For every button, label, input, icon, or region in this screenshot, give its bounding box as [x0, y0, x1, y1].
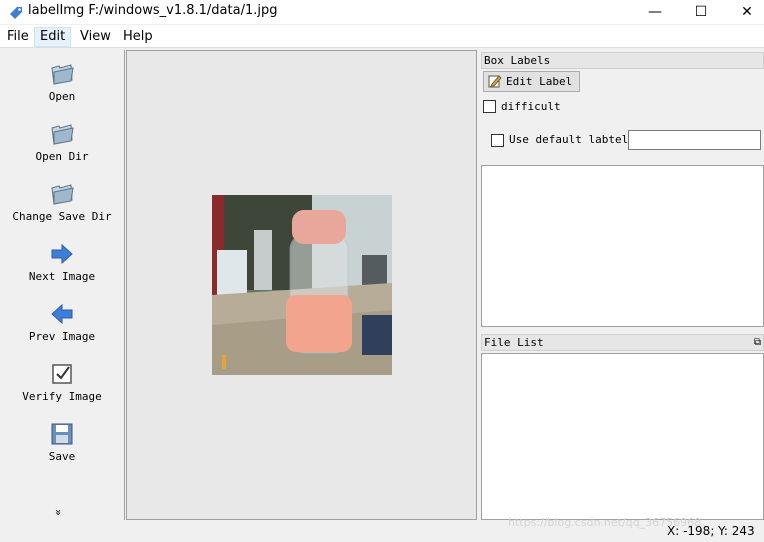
arrow-left-icon [0, 302, 124, 326]
edit-label-button[interactable]: Edit Label [483, 71, 580, 92]
next-image-label: Next Image [28, 270, 96, 283]
open-button[interactable]: Open [0, 62, 124, 103]
box-labels-title: Box Labels [481, 52, 764, 69]
use-default-label-text: Use default labtel [509, 133, 629, 146]
verify-image-button[interactable]: Verify Image [0, 362, 124, 403]
box-labels-panel: Box Labels [481, 52, 764, 69]
folder-icon [0, 122, 124, 146]
change-save-dir-button[interactable]: Change Save Dir [0, 182, 124, 223]
maximize-button[interactable]: ☐ [678, 0, 724, 24]
open-label: Open [48, 90, 76, 103]
prev-image-button[interactable]: Prev Image [0, 302, 124, 343]
file-list[interactable] [481, 353, 764, 520]
window-title: labelImg F:/windows_v1.8.1/data/1.jpg [28, 3, 278, 18]
image-preview [212, 195, 392, 375]
close-button[interactable]: ✕ [724, 0, 764, 24]
folder-icon [0, 62, 124, 86]
toolbar: Open Open Dir Change Save Dir Next Image… [0, 50, 125, 520]
menu-edit[interactable]: Edit [34, 27, 72, 47]
menu-view[interactable]: View [75, 27, 116, 47]
title-bar: labelImg F:/windows_v1.8.1/data/1.jpg — … [0, 0, 764, 24]
difficult-checkbox[interactable] [483, 100, 496, 113]
edit-label-text: Edit Label [506, 75, 573, 88]
next-image-button[interactable]: Next Image [0, 242, 124, 283]
checkbox-icon [0, 362, 124, 386]
open-dir-label: Open Dir [35, 150, 89, 163]
arrow-right-icon [0, 242, 124, 266]
verify-image-label: Verify Image [22, 390, 102, 403]
default-label-input[interactable] [628, 130, 761, 150]
label-list[interactable] [481, 165, 764, 327]
image-canvas[interactable] [126, 50, 477, 520]
file-list-title-text: File List [484, 336, 544, 349]
labelimg-logo-icon [8, 4, 24, 20]
folder-icon [0, 182, 124, 206]
save-button[interactable]: Save [0, 422, 124, 463]
watermark: https://blog.csdn.net/qq_36756968 [508, 516, 702, 529]
save-label: Save [48, 450, 76, 463]
file-list-panel: File List ⧉ [481, 334, 764, 351]
open-dir-button[interactable]: Open Dir [0, 122, 124, 163]
menu-help[interactable]: Help [118, 27, 158, 47]
change-save-dir-label: Change Save Dir [12, 210, 112, 223]
floppy-icon [0, 422, 124, 446]
use-default-label-checkbox[interactable] [491, 134, 504, 147]
float-icon[interactable]: ⧉ [754, 335, 761, 350]
menu-file[interactable]: File [2, 27, 34, 47]
box-labels-title-text: Box Labels [484, 54, 551, 67]
file-list-title: File List ⧉ [481, 334, 764, 351]
menu-bar: File Edit View Help [0, 25, 764, 48]
difficult-label: difficult [501, 100, 561, 113]
minimize-button[interactable]: — [632, 0, 678, 24]
prev-image-label: Prev Image [28, 330, 96, 343]
toolbar-extension-icon[interactable]: » [52, 509, 65, 516]
